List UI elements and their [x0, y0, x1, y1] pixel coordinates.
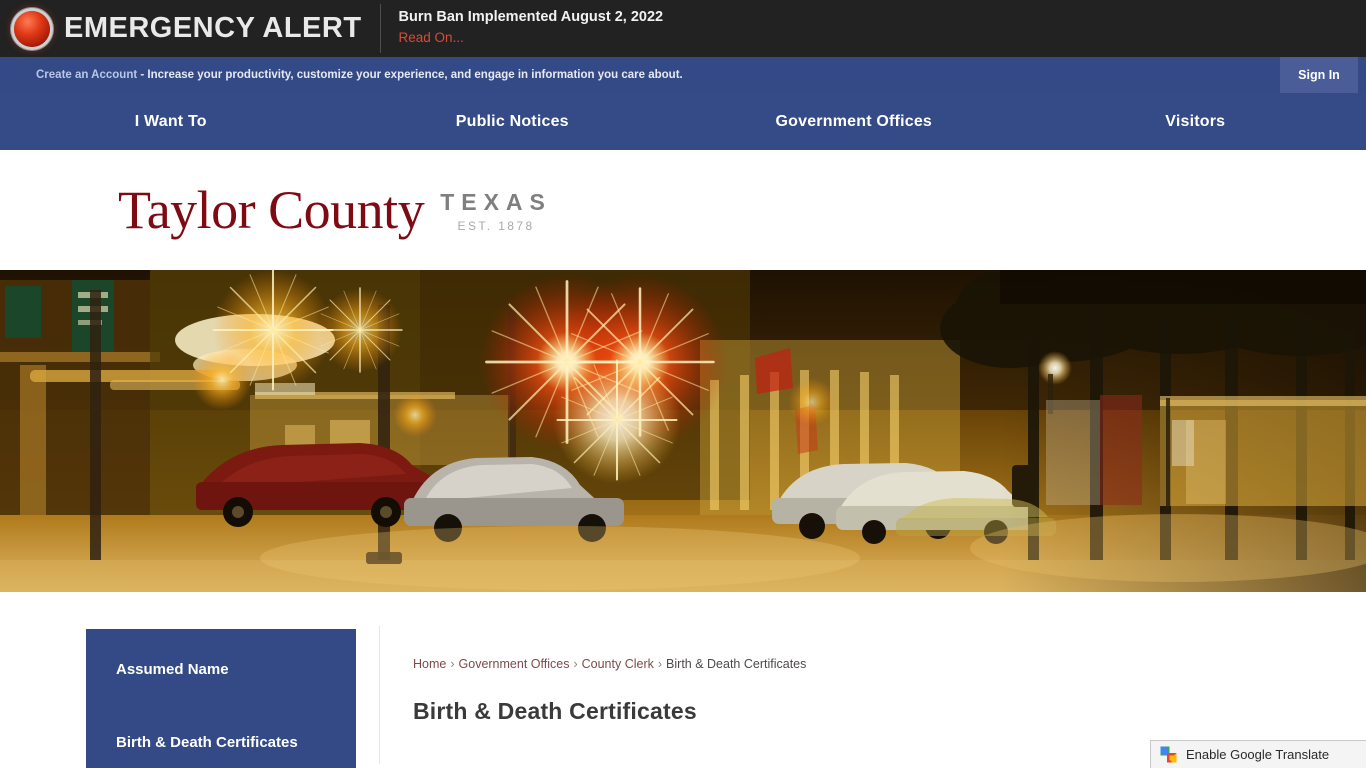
emergency-alert-headline: Burn Ban Implemented August 2, 2022	[398, 9, 664, 26]
account-bar-text: Create an Account - Increase your produc…	[36, 69, 683, 81]
sidebar-item-assumed-name[interactable]: Assumed Name	[86, 661, 356, 678]
sign-in-button[interactable]: Sign In	[1280, 57, 1358, 93]
google-translate-icon	[1160, 746, 1177, 763]
nav-item-public-notices[interactable]: Public Notices	[342, 113, 684, 131]
nav-item-i-want-to[interactable]: I Want To	[0, 113, 342, 131]
breadcrumb-separator: ›	[657, 657, 663, 671]
logo-county-name: Taylor County	[118, 180, 425, 240]
site-logo[interactable]: Taylor County TEXAS EST. 1878	[118, 183, 552, 237]
nav-item-visitors[interactable]: Visitors	[1025, 113, 1366, 131]
brand-strip: Taylor County TEXAS EST. 1878	[0, 150, 1366, 391]
main-navigation: I Want To Public Notices Government Offi…	[0, 93, 1366, 150]
page-title: Birth & Death Certificates	[413, 698, 697, 724]
sidebar-navigation: Assumed Name Birth & Death Certificates	[86, 629, 356, 768]
breadcrumb-item-county-clerk[interactable]: County Clerk	[582, 657, 654, 671]
logo-established: EST. 1878	[457, 219, 535, 233]
page-content: Assumed Name Birth & Death Certificates …	[0, 592, 1366, 768]
breadcrumb-item-home[interactable]: Home	[413, 657, 446, 671]
alert-divider	[379, 4, 381, 53]
read-on-link[interactable]: Read On...	[399, 30, 464, 46]
logo-state: TEXAS	[440, 189, 552, 215]
breadcrumb-item-current: Birth & Death Certificates	[666, 657, 807, 671]
hero-street-scene	[0, 270, 1366, 592]
hero-banner-image	[0, 270, 1366, 592]
breadcrumb-separator: ›	[450, 657, 455, 671]
breadcrumb-item-government-offices[interactable]: Government Offices	[459, 657, 570, 671]
account-bar: Create an Account - Increase your produc…	[0, 57, 1366, 93]
account-bar-tagline: - Increase your productivity, customize …	[137, 69, 683, 81]
emergency-alert-message: Burn Ban Implemented August 2, 2022 Read…	[399, 9, 664, 47]
emergency-alert-bar: EMERGENCY ALERT Burn Ban Implemented Aug…	[0, 0, 1366, 57]
emergency-alert-title: EMERGENCY ALERT	[64, 12, 362, 44]
alert-beacon-icon	[14, 10, 50, 47]
breadcrumb: Home › Government Offices › County Clerk › Bir…	[413, 626, 1366, 671]
logo-subtext: TEXAS EST. 1878	[440, 191, 552, 237]
breadcrumb-separator: ›	[573, 657, 578, 671]
sidebar-item-birth-death-certificates[interactable]: Birth & Death Certificates	[86, 734, 356, 751]
google-translate-widget[interactable]: Enable Google Translate	[1150, 740, 1366, 768]
google-translate-label: Enable Google Translate	[1186, 747, 1330, 762]
create-account-link[interactable]: Create an Account	[36, 69, 137, 81]
nav-item-government-offices[interactable]: Government Offices	[683, 113, 1025, 131]
